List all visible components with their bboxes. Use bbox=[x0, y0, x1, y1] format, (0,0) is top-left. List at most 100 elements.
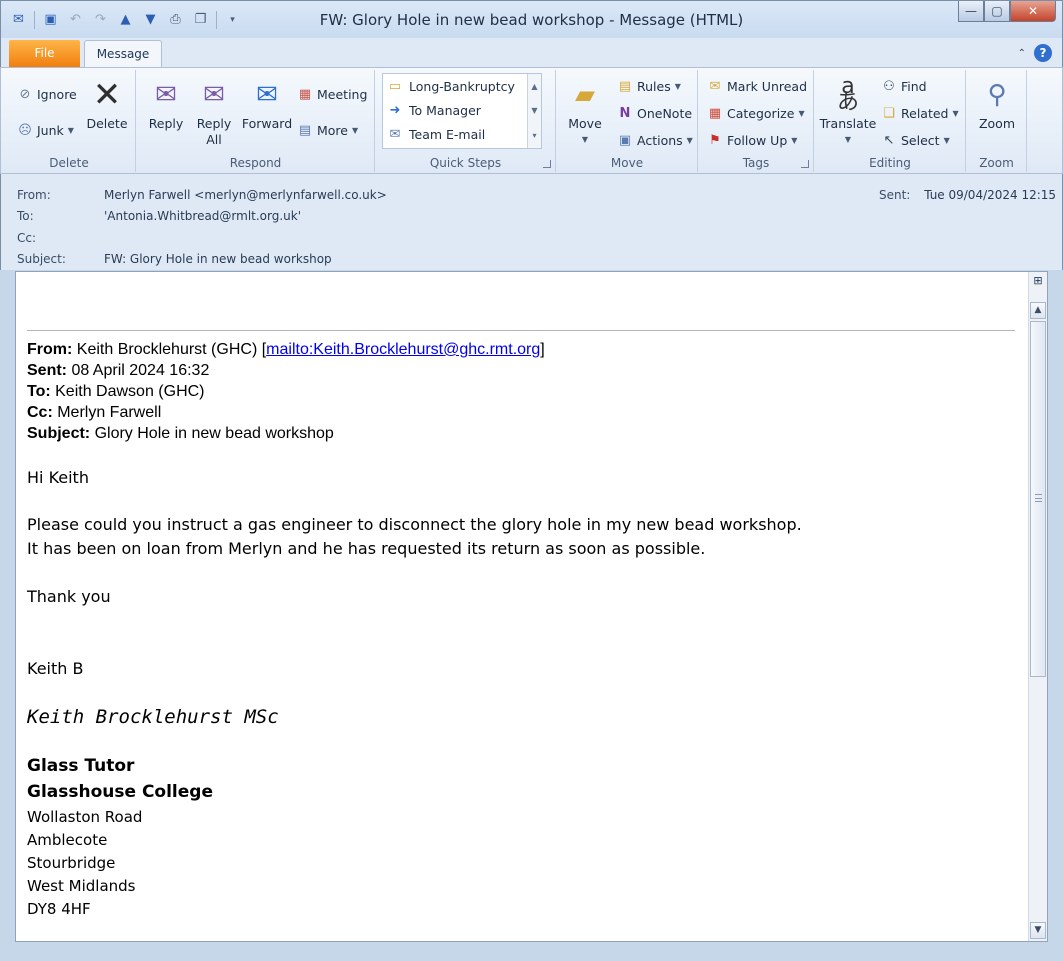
forward-arrow-icon: ➜ bbox=[389, 102, 401, 118]
rules-button[interactable]: ▤ Rules ▼ bbox=[617, 78, 681, 94]
chevron-down-icon[interactable]: ▼ bbox=[531, 106, 537, 115]
close-button[interactable]: ✕ bbox=[1010, 1, 1056, 22]
chevron-down-icon: ▼ bbox=[943, 135, 950, 145]
follow-up-button[interactable]: ⚑ Follow Up ▼ bbox=[707, 132, 797, 148]
junk-button[interactable]: ☹ Junk ▼ bbox=[17, 122, 74, 138]
quick-step-team-email[interactable]: ✉ Team E-mail bbox=[387, 126, 486, 142]
tags-group: ✉ Mark Unread ▦ Categorize ▼ ⚑ Follow Up… bbox=[699, 70, 814, 172]
mark-unread-label: Mark Unread bbox=[727, 78, 808, 94]
select-label: Select bbox=[901, 132, 940, 148]
move-folder-icon: ▰ bbox=[575, 80, 595, 110]
cc-label: Cc: bbox=[17, 231, 37, 245]
actions-label: Actions bbox=[637, 132, 683, 148]
fwd-from-value: Keith Brocklehurst (GHC) [ bbox=[72, 341, 267, 358]
delete-icon: ✕ bbox=[92, 75, 122, 115]
chevron-up-icon[interactable]: ▲ bbox=[531, 82, 537, 91]
to-value[interactable]: 'Antonia.Whitbread@rmlt.org.uk' bbox=[104, 209, 301, 223]
related-button[interactable]: ❏ Related ▼ bbox=[881, 105, 958, 121]
translate-label: Translate bbox=[819, 116, 877, 131]
ribbon-tab-controls: ⌃ ? bbox=[1018, 44, 1052, 62]
forward-button[interactable]: ✉ Forward bbox=[241, 78, 293, 132]
chevron-down-icon: ▼ bbox=[67, 125, 74, 135]
forwarded-cc: Cc: Merlyn Farwell bbox=[27, 402, 545, 423]
scroll-down-button[interactable]: ▼ bbox=[1030, 922, 1046, 939]
help-icon[interactable]: ? bbox=[1034, 44, 1052, 62]
vertical-scrollbar[interactable]: ⊞ ▲ ▼ bbox=[1028, 272, 1047, 941]
onenote-button[interactable]: N OneNote bbox=[617, 105, 693, 121]
reply-icon: ✉ bbox=[155, 80, 177, 110]
sent-row: Sent: Tue 09/04/2024 12:15 bbox=[879, 188, 1056, 202]
expand-gallery-icon[interactable]: ▾ bbox=[532, 131, 536, 140]
sent-label: Sent: bbox=[879, 188, 911, 202]
related-icon: ❏ bbox=[883, 105, 895, 121]
scroll-up-button[interactable]: ▲ bbox=[1030, 302, 1046, 319]
chevron-down-icon: ▼ bbox=[686, 135, 693, 145]
reply-button[interactable]: ✉ Reply bbox=[145, 78, 187, 132]
reply-all-label-1: Reply bbox=[196, 116, 232, 131]
address-line: Amblecote bbox=[27, 831, 108, 849]
select-button[interactable]: ↖ Select ▼ bbox=[881, 132, 950, 148]
quick-step-label: Long-Bankruptcy bbox=[409, 78, 515, 94]
binoculars-icon: ⚇ bbox=[883, 78, 895, 94]
reply-all-button[interactable]: ✉ Reply All bbox=[193, 78, 235, 148]
maximize-button[interactable]: ▢ bbox=[984, 1, 1010, 22]
mark-unread-icon: ✉ bbox=[709, 78, 721, 94]
respond-group: ✉ Reply ✉ Reply All ✉ Forward ▦ Meeting … bbox=[137, 70, 375, 172]
forwarded-from: From: Keith Brocklehurst (GHC) [mailto:K… bbox=[27, 339, 545, 360]
from-value[interactable]: Merlyn Farwell <merlyn@merlynfarwell.co.… bbox=[104, 188, 387, 202]
magnifier-icon: ⚲ bbox=[987, 80, 1007, 110]
quick-step-label: To Manager bbox=[409, 102, 481, 118]
forward-label: Forward bbox=[241, 116, 293, 131]
signature-address: Wollaston Road Amblecote Stourbridge Wes… bbox=[27, 806, 142, 921]
scroll-thumb[interactable] bbox=[1030, 321, 1046, 677]
rules-icon: ▤ bbox=[618, 78, 632, 94]
quick-step-long-bankruptcy[interactable]: ▭ Long-Bankruptcy bbox=[387, 78, 515, 94]
team-email-icon: ✉ bbox=[389, 126, 401, 142]
minimize-button[interactable]: — bbox=[958, 1, 984, 22]
reply-all-label-2: All bbox=[206, 132, 222, 147]
address-line: Wollaston Road bbox=[27, 808, 143, 826]
quick-steps-scrollbar[interactable]: ▲ ▼ ▾ bbox=[527, 74, 541, 148]
meeting-button[interactable]: ▦ Meeting bbox=[297, 86, 368, 102]
signature-org: Glasshouse College bbox=[27, 782, 213, 802]
forward-icon: ✉ bbox=[256, 80, 278, 110]
zoom-button[interactable]: ⚲ Zoom bbox=[971, 78, 1023, 132]
tab-message[interactable]: Message bbox=[84, 40, 162, 68]
forwarded-subject: Subject: Glory Hole in new bead workshop bbox=[27, 423, 545, 444]
minimize-ribbon-icon[interactable]: ⌃ bbox=[1018, 48, 1026, 59]
editing-group: aあ Translate ▼ ⚇ Find ❏ Related ▼ ↖ Sele… bbox=[815, 70, 966, 172]
mailto-link[interactable]: mailto:Keith.Brocklehurst@ghc.rmt.org bbox=[266, 341, 540, 358]
title-bar: ✉ ▣ ↶ ↷ ▲ ▼ ⎙ ❐ ▾ FW: Glory Hole in new … bbox=[0, 0, 1063, 38]
find-button[interactable]: ⚇ Find bbox=[881, 78, 926, 94]
chevron-down-icon: ▼ bbox=[791, 135, 798, 145]
body-line-1: Please could you instruct a gas engineer… bbox=[27, 515, 802, 534]
ignore-icon: ⊘ bbox=[19, 86, 31, 102]
translate-button[interactable]: aあ Translate ▼ bbox=[819, 74, 877, 148]
more-button[interactable]: ▤ More ▼ bbox=[297, 122, 358, 138]
forwarded-header: From: Keith Brocklehurst (GHC) [mailto:K… bbox=[27, 339, 545, 444]
message-body[interactable]: From: Keith Brocklehurst (GHC) [mailto:K… bbox=[15, 271, 1048, 942]
categorize-label: Categorize bbox=[727, 105, 795, 121]
ignore-button[interactable]: ⊘ Ignore bbox=[17, 86, 77, 102]
fwd-sent-label: Sent: bbox=[27, 362, 67, 379]
move-group-label: Move bbox=[610, 156, 644, 170]
zoom-group-label: Zoom bbox=[979, 156, 1014, 170]
delete-button[interactable]: ✕ Delete bbox=[85, 78, 129, 132]
fwd-to-label: To: bbox=[27, 383, 51, 400]
quick-steps-gallery: ▭ Long-Bankruptcy ➜ To Manager ✉ Team E-… bbox=[382, 73, 542, 149]
actions-button[interactable]: ▣ Actions ▼ bbox=[617, 132, 693, 148]
address-line: DY8 4HF bbox=[27, 900, 91, 918]
onenote-icon: N bbox=[619, 105, 631, 121]
translate-icon: aあ bbox=[836, 74, 859, 115]
address-line: Stourbridge bbox=[27, 854, 116, 872]
subject-label: Subject: bbox=[17, 252, 66, 266]
thanks: Thank you bbox=[27, 587, 111, 606]
mark-unread-button[interactable]: ✉ Mark Unread bbox=[707, 78, 807, 94]
quick-steps-group: ▭ Long-Bankruptcy ➜ To Manager ✉ Team E-… bbox=[376, 70, 556, 172]
tab-file[interactable]: File bbox=[9, 40, 80, 67]
move-button[interactable]: ▰ Move ▼ bbox=[565, 78, 605, 148]
view-icon[interactable]: ⊞ bbox=[1030, 274, 1046, 292]
categorize-button[interactable]: ▦ Categorize ▼ bbox=[707, 105, 805, 121]
fwd-from-label: From: bbox=[27, 341, 73, 358]
quick-step-to-manager[interactable]: ➜ To Manager bbox=[387, 102, 481, 118]
